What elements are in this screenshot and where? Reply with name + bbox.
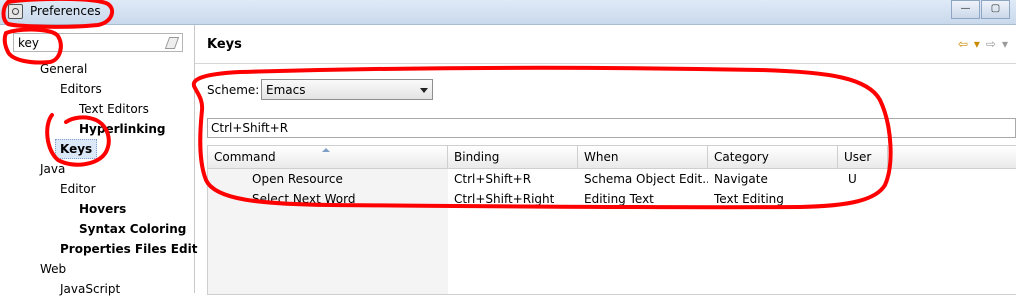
back-dropdown-icon[interactable]: ▾ [974,37,980,51]
key-filter-input[interactable] [211,120,811,136]
row-when: Schema Object Edit... [584,172,708,186]
clear-filter-icon[interactable] [164,37,180,49]
window-controls: — ▢ [950,0,1010,19]
forward-arrow-icon[interactable]: ⇨ [986,37,996,51]
row-user [848,189,888,209]
row-command: Select Next Word [252,192,356,206]
tree-item-web[interactable]: Web [40,260,66,278]
row-binding: Ctrl+Shift+R [454,172,532,186]
title-bar: Preferences — ▢ [0,0,1016,25]
tree-item-text-editors[interactable]: Text Editors [79,100,149,118]
filter-input[interactable] [18,35,158,50]
back-arrow-icon[interactable]: ⇦ [958,37,968,51]
scheme-label: Scheme: [207,83,260,97]
row-category: Navigate [714,172,768,186]
tree-item-javascript[interactable]: JavaScript [60,280,120,298]
scheme-dropdown[interactable]: Emacs [261,79,433,100]
page-title: Keys [207,37,242,52]
tree-item-java[interactable]: Java [40,160,65,178]
chevron-down-icon [420,88,428,93]
tree-item-properties-files-edit[interactable]: Properties Files Edit [60,240,197,258]
row-when: Editing Text [584,192,654,206]
tree-item-syntax-coloring[interactable]: Syntax Coloring [79,220,186,238]
table-header: Command Binding When Category User [208,146,1016,169]
tree-item-hyperlinking[interactable]: Hyperlinking [79,120,166,138]
tree-item-editors[interactable]: Editors [60,80,102,98]
tree-item-editor[interactable]: Editor [60,180,96,198]
sort-ascending-icon [322,148,330,152]
row-category: Text Editing [714,192,784,206]
header-divider [195,63,1016,64]
keys-preference-page: Keys ⇦ ▾ ⇨ ▾ Scheme: Emacs Command Bindi… [195,25,1016,295]
history-nav: ⇦ ▾ ⇨ ▾ [958,37,1008,51]
row-command: Open Resource [252,172,343,186]
minimize-button[interactable]: — [951,0,980,19]
preferences-sidebar: General Editors Text Editors Hyperlinkin… [0,25,197,296]
column-user[interactable]: User [838,146,888,168]
scheme-value: Emacs [266,83,306,97]
tree-item-hovers[interactable]: Hovers [79,200,126,218]
bindings-table: Command Binding When Category User Open … [207,145,1016,295]
forward-dropdown-icon[interactable]: ▾ [1002,37,1008,51]
row-user: U [848,172,857,186]
row-binding: Ctrl+Shift+Right [454,192,555,206]
window-title: Preferences [30,4,101,18]
key-filter-field[interactable] [207,118,1016,138]
column-category[interactable]: Category [708,146,838,168]
table-row[interactable]: Open Resource Ctrl+Shift+R Schema Object… [208,169,1016,189]
maximize-button[interactable]: ▢ [981,0,1010,19]
column-binding[interactable]: Binding [448,146,578,168]
table-row[interactable]: Select Next Word Ctrl+Shift+Right Editin… [208,189,1016,209]
filter-field[interactable] [13,33,183,52]
tree-item-keys[interactable]: Keys [55,139,98,159]
column-when[interactable]: When [578,146,708,168]
tree-item-general[interactable]: General [40,60,87,78]
preferences-app-icon [8,4,23,19]
